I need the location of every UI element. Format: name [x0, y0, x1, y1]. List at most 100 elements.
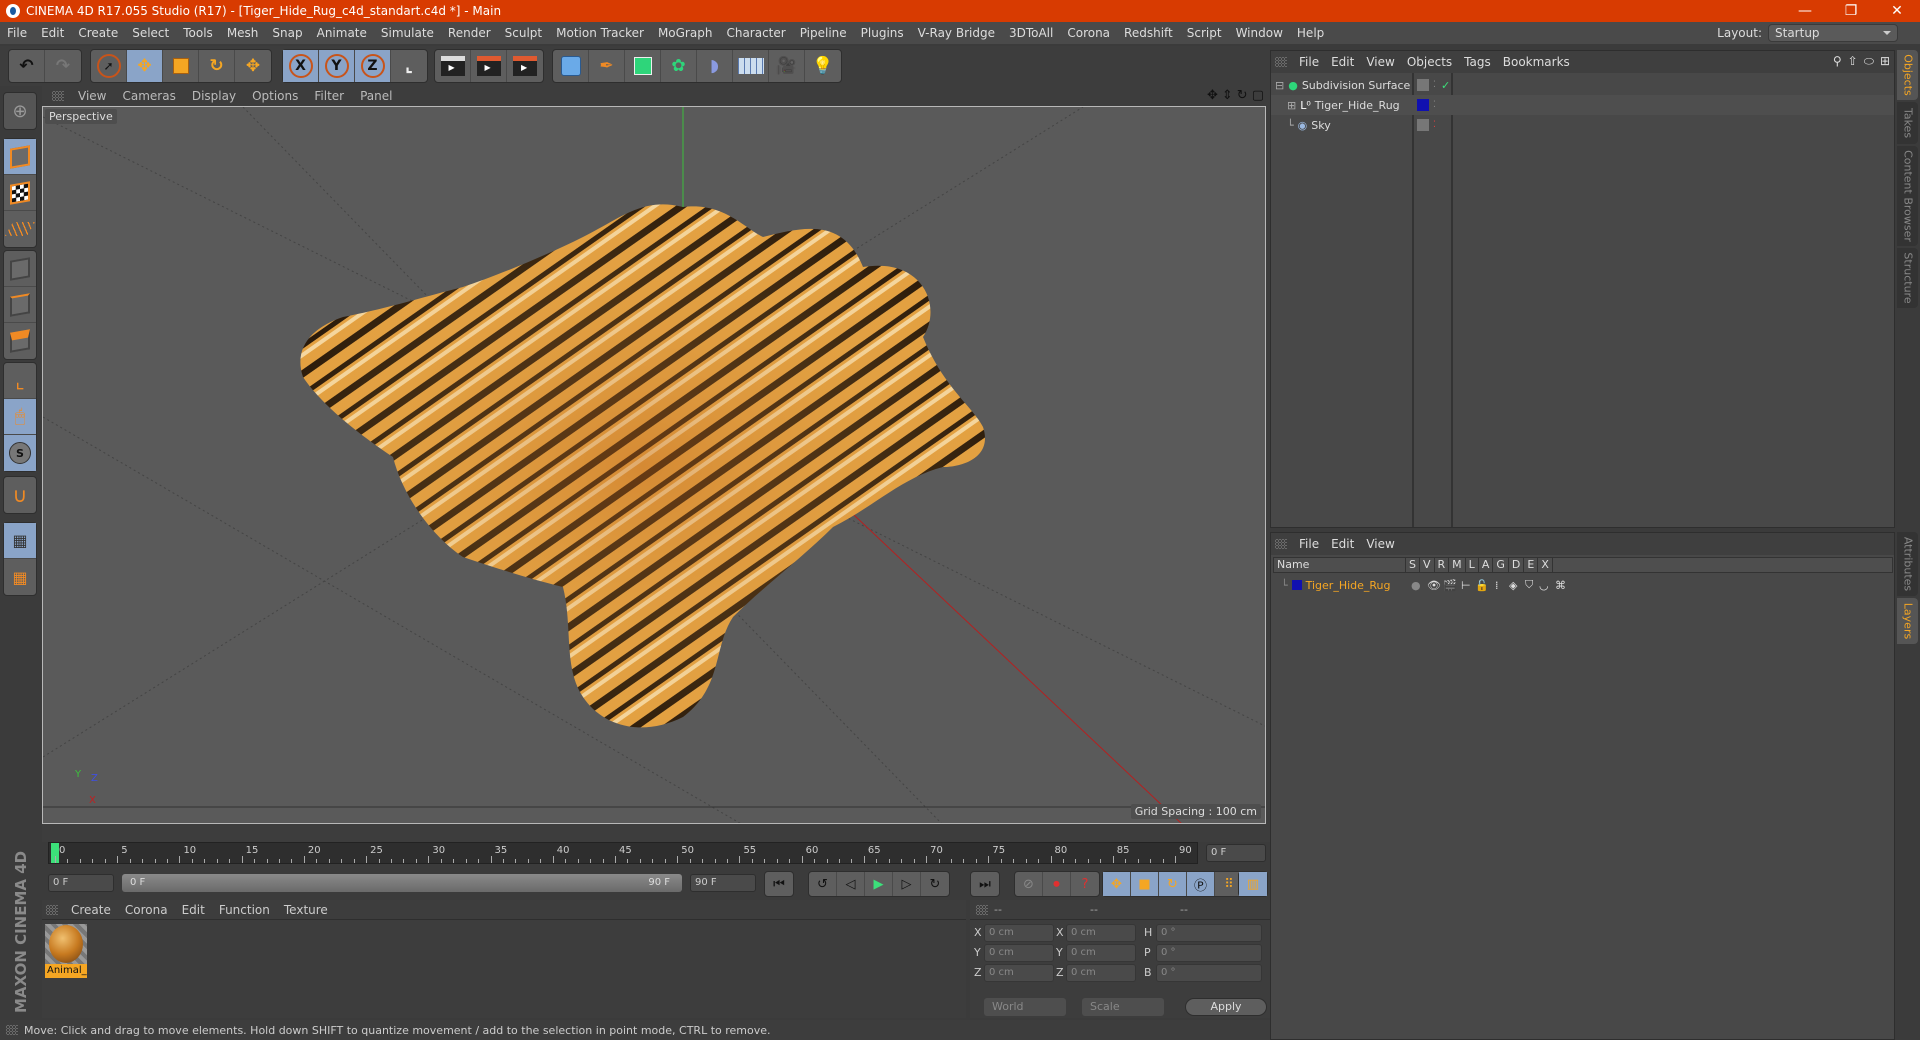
object-menu-view[interactable]: View	[1360, 55, 1400, 69]
pen-icon[interactable]: ✒	[589, 50, 625, 82]
column-name[interactable]: Name	[1274, 558, 1406, 572]
expand-icon[interactable]: ⊞	[1287, 99, 1296, 112]
undo-icon[interactable]: ↶	[9, 50, 45, 82]
viewport-menu-filter[interactable]: Filter	[306, 89, 352, 103]
solo-icon[interactable]: S	[4, 435, 36, 471]
locked-workplane-icon[interactable]: ▦	[4, 523, 36, 559]
generators-toggle-icon[interactable]: ◈	[1509, 579, 1517, 592]
rotate-icon[interactable]: ↻	[199, 50, 235, 82]
texture-mode-icon[interactable]	[4, 175, 36, 211]
floor-icon[interactable]	[733, 50, 769, 82]
object-menu-tags[interactable]: Tags	[1458, 55, 1497, 69]
material-menu-edit[interactable]: Edit	[175, 903, 212, 917]
menu-pipeline[interactable]: Pipeline	[793, 26, 854, 40]
menu-motion-tracker[interactable]: Motion Tracker	[549, 26, 651, 40]
next-frame-icon[interactable]: ▷	[893, 872, 921, 896]
end-frame-field[interactable]: 90 F	[690, 874, 756, 892]
position-x-field[interactable]: 0 cm	[984, 924, 1054, 942]
layer-row[interactable]: └ Tiger_Hide_Rug ● 👁 🎬 ⊢ 🔓 ⁞ ◈ ⛉ ◡ ⌘	[1273, 575, 1896, 595]
coordinate-space-dropdown[interactable]: World	[984, 998, 1066, 1016]
visibility-dots-icon[interactable]: ⁚	[1433, 120, 1436, 130]
prev-key-icon[interactable]: ↺	[809, 872, 837, 896]
menu-create[interactable]: Create	[71, 26, 125, 40]
make-editable-icon[interactable]: ⊕	[4, 93, 36, 129]
camera-icon[interactable]: 🎥	[769, 50, 805, 82]
next-key-icon[interactable]: ↻	[921, 872, 949, 896]
tweak-mode-icon[interactable]: 🖱	[4, 399, 36, 435]
close-icon[interactable]: ✕	[1874, 0, 1920, 22]
material-menu-function[interactable]: Function	[212, 903, 277, 917]
material-menu-texture[interactable]: Texture	[277, 903, 335, 917]
new-panel-icon[interactable]: ⊞	[1880, 54, 1890, 69]
z-axis-icon[interactable]: Z	[355, 50, 391, 82]
column-divider[interactable]	[1412, 73, 1414, 527]
rotation-h-field[interactable]: 0 °	[1156, 924, 1262, 942]
restore-icon[interactable]: ❐	[1828, 0, 1874, 22]
menu-tools[interactable]: Tools	[176, 26, 220, 40]
apply-button[interactable]: Apply	[1185, 998, 1267, 1016]
minimize-icon[interactable]: —	[1782, 0, 1828, 22]
display-color-swatch[interactable]	[1417, 79, 1429, 91]
menu-simulate[interactable]: Simulate	[374, 26, 441, 40]
visibility-dots-icon[interactable]: ⁚	[1433, 100, 1436, 110]
viewport-menu-cameras[interactable]: Cameras	[114, 89, 183, 103]
render-toggle-icon[interactable]: 🎬	[1443, 579, 1457, 592]
layout-dropdown[interactable]: Startup	[1768, 24, 1898, 42]
rotation-b-field[interactable]: 0 °	[1156, 964, 1262, 982]
menu-plugins[interactable]: Plugins	[854, 26, 911, 40]
menu-render[interactable]: Render	[441, 26, 498, 40]
grip-icon[interactable]	[46, 904, 58, 915]
tab-attributes[interactable]: Attributes	[1897, 532, 1918, 596]
snap-icon[interactable]: ∪	[4, 477, 36, 513]
layer-menu-edit[interactable]: Edit	[1325, 537, 1360, 551]
expressions-toggle-icon[interactable]: ◡	[1539, 579, 1549, 592]
tab-takes[interactable]: Takes	[1897, 102, 1918, 144]
view-toggle-icon[interactable]: ⬭	[1864, 54, 1874, 69]
toggle-view-icon[interactable]: ▢	[1252, 88, 1264, 103]
move-icon[interactable]: ✥	[127, 50, 163, 82]
rotate-view-icon[interactable]: ↻	[1237, 88, 1248, 103]
position-y-field[interactable]: 0 cm	[984, 944, 1054, 962]
tab-objects[interactable]: Objects	[1897, 50, 1918, 100]
coordinate-mode-dropdown[interactable]: Scale	[1082, 998, 1164, 1016]
workplane-mode-icon[interactable]	[4, 211, 36, 247]
model-mode-icon[interactable]	[4, 139, 36, 175]
xref-toggle-icon[interactable]: ⌘	[1555, 579, 1566, 592]
animation-toggle-icon[interactable]: ⁞	[1495, 579, 1499, 592]
y-axis-icon[interactable]: Y	[319, 50, 355, 82]
menu-vray-bridge[interactable]: V-Ray Bridge	[911, 26, 1002, 40]
menu-select[interactable]: Select	[125, 26, 176, 40]
current-frame-field[interactable]: 0 F	[1206, 844, 1266, 862]
collapse-icon[interactable]: ⊟	[1275, 79, 1284, 92]
3d-viewport[interactable]: Perspective Grid Spacing : 100 cm Y Z X	[42, 106, 1266, 824]
object-menu-bookmarks[interactable]: Bookmarks	[1497, 55, 1576, 69]
live-selection-icon[interactable]: ➚	[91, 50, 127, 82]
visibility-dots-icon[interactable]: ⁚	[1433, 80, 1436, 90]
object-row[interactable]: ⊞ L⁰ Tiger_Hide_Rug ⁚	[1271, 95, 1894, 115]
column-generators[interactable]: G	[1493, 558, 1509, 572]
menu-script[interactable]: Script	[1180, 26, 1229, 40]
points-mode-icon[interactable]	[4, 251, 36, 287]
column-expressions[interactable]: E	[1524, 558, 1539, 572]
column-locked[interactable]: L	[1466, 558, 1479, 572]
layer-color-swatch[interactable]	[1291, 580, 1302, 590]
move-recent-icon[interactable]: ✥	[235, 50, 271, 82]
goto-end-icon[interactable]: ⏭	[971, 872, 999, 896]
grip-icon[interactable]	[976, 904, 988, 915]
key-position-icon[interactable]: ✥	[1103, 872, 1131, 896]
display-color-swatch[interactable]	[1417, 119, 1429, 131]
redo-icon[interactable]: ↷	[45, 50, 81, 82]
timeline-window-icon[interactable]: ▥	[1239, 872, 1267, 896]
menu-sculpt[interactable]: Sculpt	[498, 26, 549, 40]
keyframe-selection-icon[interactable]: ?	[1071, 872, 1099, 896]
render-picture-viewer-icon[interactable]	[471, 50, 507, 82]
enabled-check-icon[interactable]: ✓	[1441, 79, 1450, 92]
scale-icon[interactable]	[163, 50, 199, 82]
menu-help[interactable]: Help	[1290, 26, 1331, 40]
menu-corona[interactable]: Corona	[1060, 26, 1117, 40]
column-animation[interactable]: A	[1479, 558, 1494, 572]
menu-character[interactable]: Character	[719, 26, 792, 40]
workplane-icon[interactable]: ▦	[4, 559, 36, 595]
menu-redshift[interactable]: Redshift	[1117, 26, 1180, 40]
deformers-toggle-icon[interactable]: ⛉	[1525, 578, 1533, 592]
